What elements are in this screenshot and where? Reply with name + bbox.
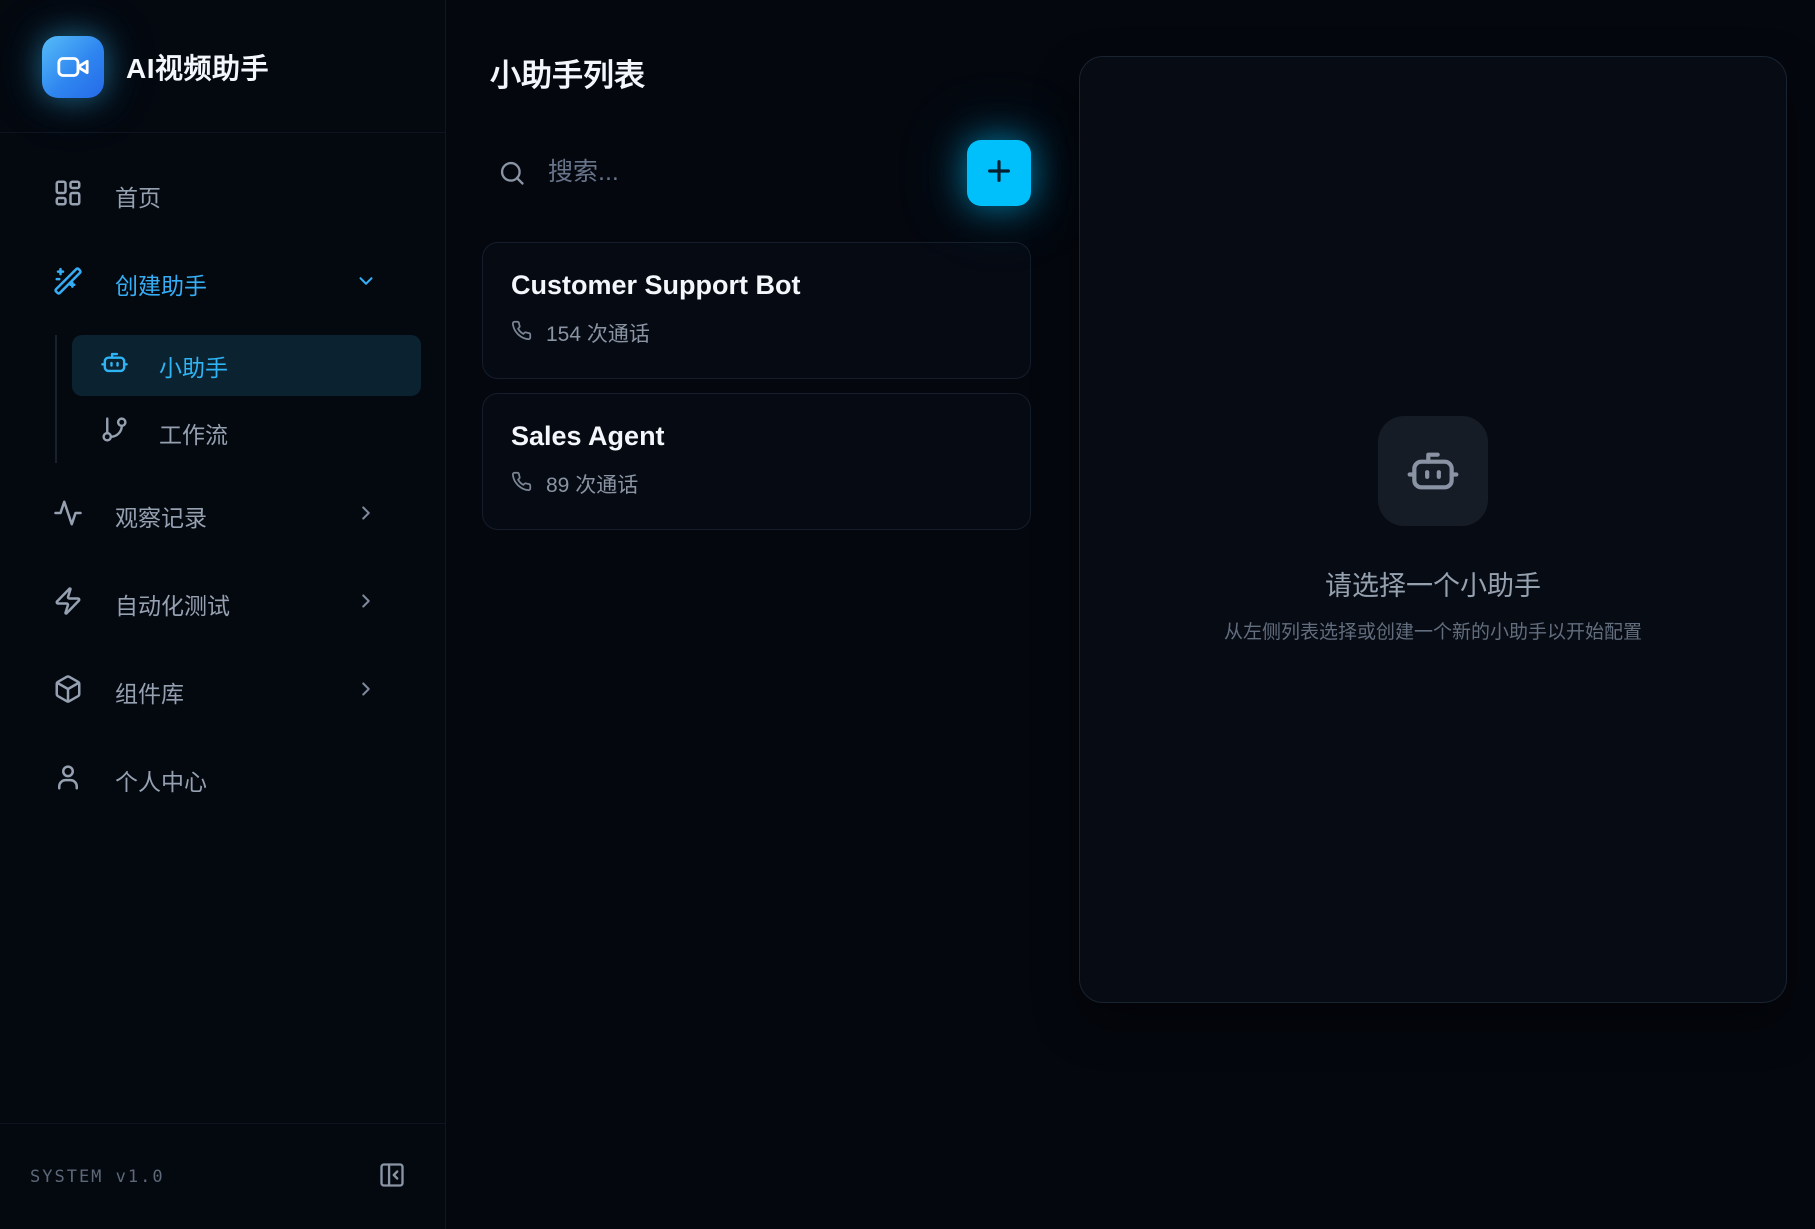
activity-icon <box>53 498 83 534</box>
panel-collapse-icon <box>378 1161 406 1192</box>
app-title: AI视频助手 <box>126 47 269 87</box>
assistant-detail-area: 请选择一个小助手 从左侧列表选择或创建一个新的小助手以开始配置 <box>1079 0 1815 1229</box>
app-header: AI视频助手 <box>0 0 445 133</box>
assistant-call-count: 89 次通话 <box>511 469 1000 499</box>
collapse-sidebar-button[interactable] <box>375 1160 409 1194</box>
sidebar-item-label: 工作流 <box>159 416 228 450</box>
phone-icon <box>511 320 532 347</box>
sidebar-item-assistants[interactable]: 小助手 <box>72 335 421 396</box>
video-camera-logo-icon <box>42 36 104 98</box>
sidebar-item-observation[interactable]: 观察记录 <box>24 487 421 545</box>
phone-icon <box>511 471 532 498</box>
sidebar-item-profile[interactable]: 个人中心 <box>24 751 421 809</box>
sidebar-item-home[interactable]: 首页 <box>24 167 421 225</box>
sidebar-item-label: 自动化测试 <box>115 587 230 621</box>
sidebar-nav: 首页 创建助手 <box>0 133 445 1123</box>
chevron-down-icon <box>355 270 377 298</box>
create-assistant-submenu: 小助手 工作流 <box>55 335 421 463</box>
search-row <box>482 139 1031 206</box>
bot-icon <box>1378 416 1488 526</box>
dashboard-icon <box>53 178 83 214</box>
assistant-name: Customer Support Bot <box>511 270 1000 301</box>
sidebar-item-label: 个人中心 <box>115 763 207 797</box>
assistant-card[interactable]: Sales Agent 89 次通话 <box>482 393 1031 530</box>
empty-state-title: 请选择一个小助手 <box>1325 564 1541 603</box>
call-count-label: 89 次通话 <box>546 469 638 499</box>
sidebar-item-label: 观察记录 <box>115 499 207 533</box>
empty-state-panel: 请选择一个小助手 从左侧列表选择或创建一个新的小助手以开始配置 <box>1079 56 1787 1003</box>
page-title: 小助手列表 <box>490 50 1031 95</box>
sidebar-item-component-library[interactable]: 组件库 <box>24 663 421 721</box>
sidebar-item-label: 首页 <box>115 179 161 213</box>
assistant-name: Sales Agent <box>511 421 1000 452</box>
assistant-list-panel: 小助手列表 Customer Support Bot <box>446 0 1079 1229</box>
search-icon <box>498 159 526 187</box>
sidebar-item-automation-test[interactable]: 自动化测试 <box>24 575 421 633</box>
empty-state-subtitle: 从左侧列表选择或创建一个新的小助手以开始配置 <box>1224 617 1642 644</box>
app-root: AI视频助手 首页 创建助手 <box>0 0 1815 1229</box>
plus-icon <box>983 155 1015 190</box>
workflow-icon <box>100 415 129 450</box>
assistant-card[interactable]: Customer Support Bot 154 次通话 <box>482 242 1031 379</box>
call-count-label: 154 次通话 <box>546 318 650 348</box>
box-icon <box>53 674 83 710</box>
sidebar-footer: SYSTEM v1.0 <box>0 1123 445 1229</box>
search-input[interactable] <box>548 158 967 187</box>
user-icon <box>53 762 83 798</box>
sidebar-item-label: 创建助手 <box>115 267 207 301</box>
wand-icon <box>53 266 83 302</box>
chevron-right-icon <box>355 502 377 530</box>
chevron-right-icon <box>355 590 377 618</box>
sidebar: AI视频助手 首页 创建助手 <box>0 0 446 1229</box>
sidebar-item-label: 组件库 <box>115 675 184 709</box>
system-version: SYSTEM v1.0 <box>30 1167 165 1187</box>
sidebar-item-workflow[interactable]: 工作流 <box>72 402 421 463</box>
bot-icon <box>100 348 129 383</box>
sidebar-item-label: 小助手 <box>159 349 228 383</box>
sidebar-item-create-assistant[interactable]: 创建助手 <box>24 255 421 313</box>
add-assistant-button[interactable] <box>967 140 1031 206</box>
assistant-call-count: 154 次通话 <box>511 318 1000 348</box>
chevron-right-icon <box>355 678 377 706</box>
zap-icon <box>53 586 83 622</box>
